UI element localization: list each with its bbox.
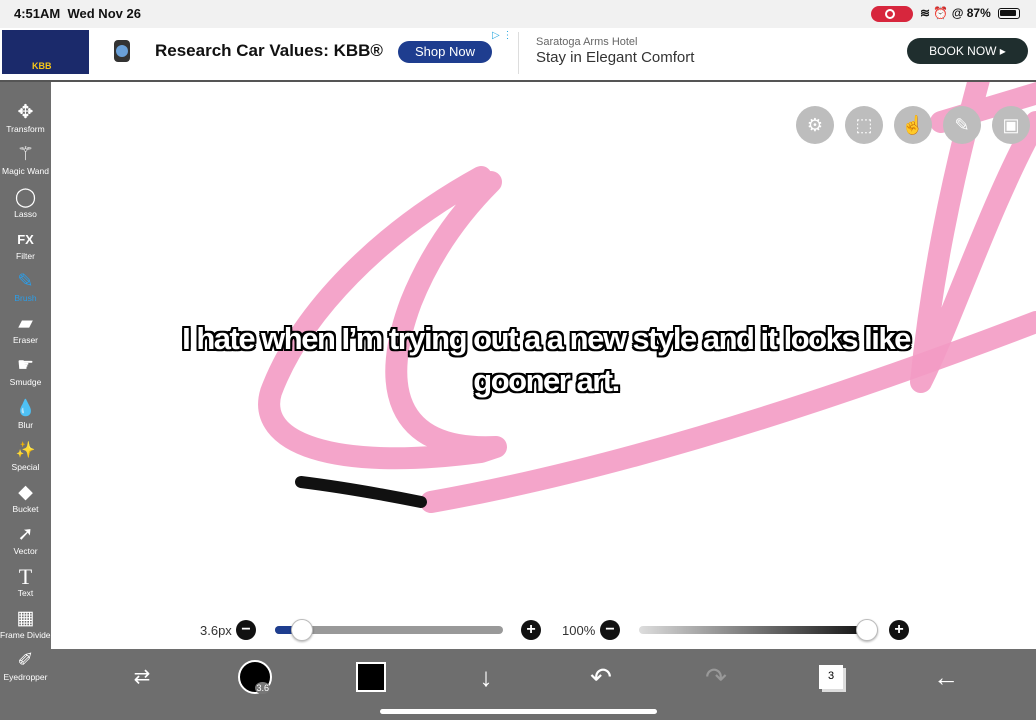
battery-percent: 87% [966, 6, 991, 20]
opacity-slider[interactable] [639, 626, 867, 634]
caption-line-2: gooner art. [473, 363, 620, 398]
home-indicator [380, 709, 657, 714]
tool-bucket[interactable]: ◆ Bucket [0, 482, 51, 522]
opacity-decrease-button[interactable]: − [600, 620, 620, 640]
brush-size-label: 3.6px [200, 623, 232, 638]
status-icons: ≋ ⏰ @ 87% [920, 6, 991, 20]
tool-text[interactable]: T Text [0, 566, 51, 606]
ad-title[interactable]: Research Car Values: KBB® [155, 41, 383, 61]
blur-icon: 💧 [15, 400, 36, 417]
status-time: 4:51AM Wed Nov 26 [14, 6, 141, 21]
ad-divider [518, 32, 519, 74]
brush-size-increase-button[interactable]: + [521, 620, 541, 640]
book-now-button[interactable]: BOOK NOW ▸ [907, 38, 1028, 64]
layer-count: 3 [819, 665, 843, 689]
tool-filter[interactable]: FX Filter [0, 229, 51, 269]
swap-tools-icon[interactable]: ⇄ [127, 657, 157, 697]
tool-eyedropper[interactable]: ✐ Eyedropper [0, 650, 51, 690]
reference-image-button[interactable]: ▣ [992, 106, 1030, 144]
tool-frame-divider[interactable]: ▦ Frame Divider [0, 608, 53, 648]
tool-sidebar: ✥ Transform ⚚ Magic Wand ◯ Lasso FX Filter ✎… [0, 82, 53, 720]
bucket-icon: ◆ [18, 482, 33, 503]
tool-special[interactable]: ✨ Special [0, 440, 51, 480]
text-icon: T [18, 564, 33, 589]
tool-vector[interactable]: ➚ Vector [0, 524, 51, 564]
ad-banner: KBB Research Car Values: KBB® Shop Now ▷… [0, 28, 1036, 82]
ad-thumbnail[interactable]: KBB [2, 30, 89, 74]
opacity-increase-button[interactable]: + [889, 620, 909, 640]
primary-color-swatch[interactable] [356, 657, 386, 697]
back-arrow-icon[interactable]: ← [931, 657, 961, 697]
caption-overlay: I hate when I’m trying out a a new style… [81, 318, 1011, 402]
wifi-icon: ≋ [920, 6, 931, 20]
tool-transform[interactable]: ✥ Transform [0, 102, 51, 142]
tool-blur[interactable]: 💧 Blur [0, 398, 51, 438]
filter-icon: FX [17, 232, 34, 247]
brush-size-badge[interactable]: 3.6 [238, 657, 272, 697]
ad-choices-icon[interactable]: ▷ ⋮ [492, 30, 512, 41]
watch-icon [114, 40, 130, 62]
opacity-knob[interactable] [856, 619, 878, 641]
touch-mode-button[interactable]: ☝ [894, 106, 932, 144]
eraser-icon: ▰ [18, 313, 33, 334]
ad2-title[interactable]: Stay in Elegant Comfort [536, 49, 694, 66]
ruler-button[interactable]: ✎ [943, 106, 981, 144]
alarm-icon: ⏰ [933, 6, 949, 20]
magic-wand-icon: ⚚ [16, 144, 35, 165]
redo-icon[interactable]: ↷ [701, 657, 731, 697]
status-bar: 4:51AM Wed Nov 26 ≋ ⏰ @ 87% [0, 0, 1036, 28]
ad2-sponsor: Saratoga Arms Hotel [536, 36, 638, 48]
drawing-canvas[interactable]: ⚙ ⬚ ☝ ✎ ▣ I hate when I’m trying out a a… [51, 82, 1036, 649]
undo-icon[interactable]: ↶ [586, 657, 616, 697]
black-stroke [295, 476, 427, 508]
lock-rotation-icon: @ [951, 6, 964, 20]
opacity-label: 100% [562, 623, 596, 638]
brush-icon: ✎ [17, 271, 34, 292]
download-arrow-icon[interactable]: ↓ [471, 657, 501, 697]
tool-lasso[interactable]: ◯ Lasso [0, 187, 51, 227]
smudge-icon: ☛ [16, 355, 35, 376]
tool-eraser[interactable]: ▰ Eraser [0, 313, 51, 353]
brush-size-decrease-button[interactable]: − [236, 620, 256, 640]
tool-brush[interactable]: ✎ Brush [0, 271, 51, 311]
layers-button[interactable]: 3 [816, 657, 846, 697]
frame-divider-icon: ▦ [16, 608, 35, 629]
screen-recording-icon [871, 6, 913, 22]
shop-now-button[interactable]: Shop Now [398, 41, 492, 63]
special-icon: ✨ [15, 442, 36, 459]
tool-smudge[interactable]: ☛ Smudge [0, 355, 51, 395]
tool-magic-wand[interactable]: ⚚ Magic Wand [0, 144, 51, 184]
toggle-settings-button[interactable]: ⚙ [796, 106, 834, 144]
eyedropper-icon: ✐ [17, 650, 34, 671]
caption-line-1: I hate when I’m trying out a a new style… [182, 321, 911, 356]
vector-icon: ➚ [17, 524, 34, 545]
selection-button[interactable]: ⬚ [845, 106, 883, 144]
transform-icon: ✥ [17, 102, 34, 123]
battery-icon [998, 8, 1020, 19]
lasso-icon: ◯ [14, 187, 37, 208]
